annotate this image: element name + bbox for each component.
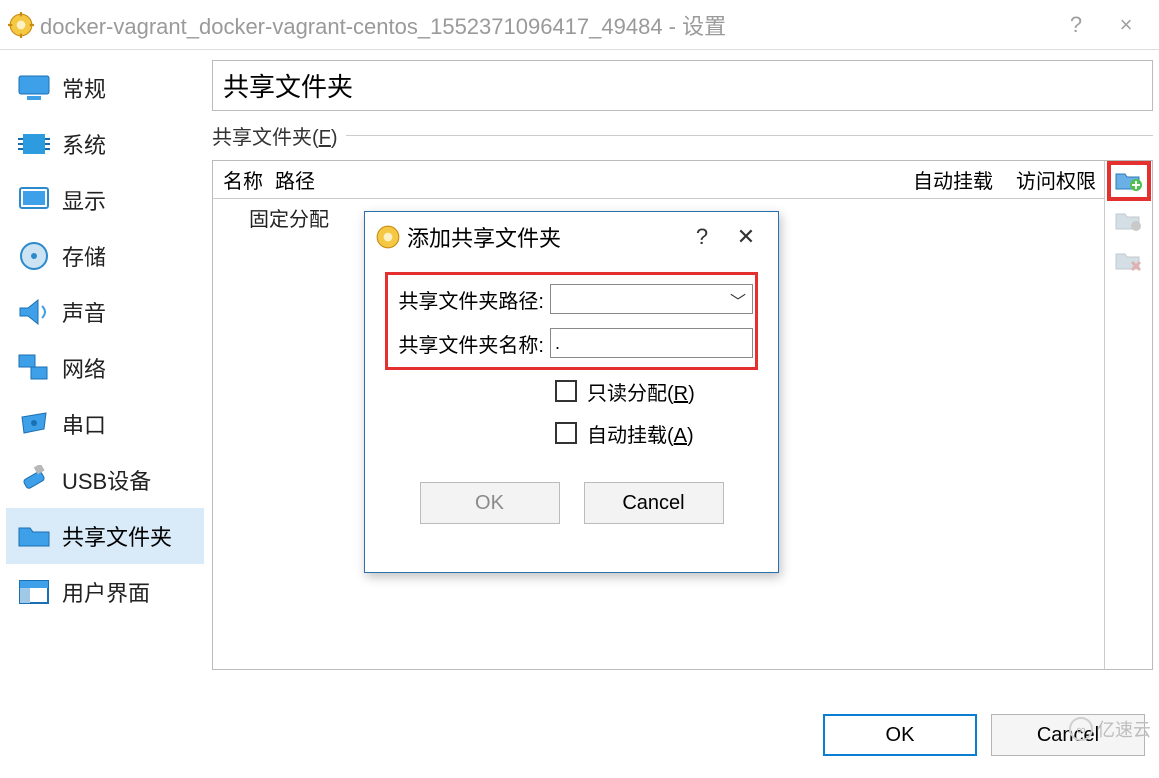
sidebar-item-label: 常规: [62, 72, 106, 104]
usb-icon: [14, 463, 54, 497]
folder-plus-icon: [1115, 169, 1143, 193]
folder-path-combo[interactable]: ﹀: [550, 284, 753, 314]
sidebar-item-label: 声音: [62, 296, 106, 328]
folder-icon: [14, 519, 54, 553]
table-header: 名称 路径 自动挂载 访问权限: [213, 161, 1104, 199]
col-path: 路径: [275, 165, 898, 194]
automount-checkbox[interactable]: [555, 422, 577, 444]
gear-icon: [8, 12, 34, 38]
watermark-text: 亿速云: [1097, 716, 1151, 742]
modal-body: 共享文件夹路径: ﹀ 共享文件夹名称: 只读分配(R) 自动挂: [365, 262, 778, 524]
serial-icon: [14, 407, 54, 441]
sidebar-item-serial[interactable]: 串口: [6, 396, 204, 452]
sidebar-item-label: 串口: [62, 408, 106, 440]
add-shared-folder-dialog: 添加共享文件夹 ? ✕ 共享文件夹路径: ﹀ 共享文件夹名称:: [364, 211, 779, 573]
automount-row[interactable]: 自动挂载(A): [385, 412, 758, 454]
disk-icon: [14, 239, 54, 273]
sidebar-item-display[interactable]: 显示: [6, 172, 204, 228]
modal-titlebar: 添加共享文件夹 ? ✕: [365, 212, 778, 262]
sidebar-item-label: 用户界面: [62, 576, 150, 608]
remove-folder-button: [1107, 241, 1151, 281]
sidebar-item-ui[interactable]: 用户界面: [6, 564, 204, 620]
sidebar-item-label: 存储: [62, 240, 106, 272]
sidebar-item-usb[interactable]: USB设备: [6, 452, 204, 508]
folder-name-row: 共享文件夹名称:: [390, 321, 753, 365]
sidebar-item-general[interactable]: 常规: [6, 60, 204, 116]
ui-icon: [14, 575, 54, 609]
sidebar-item-label: 系统: [62, 128, 106, 160]
window-title: docker-vagrant_docker-vagrant-centos_155…: [40, 9, 1051, 41]
sidebar-item-audio[interactable]: 声音: [6, 284, 204, 340]
modal-cancel-button[interactable]: Cancel: [584, 482, 724, 524]
automount-label: 自动挂载(A): [587, 419, 694, 448]
watermark-icon: ∞: [1069, 717, 1093, 741]
folder-path-row: 共享文件夹路径: ﹀: [390, 277, 753, 321]
col-automount: 自动挂载: [898, 165, 1008, 194]
display-icon: [14, 183, 54, 217]
speaker-icon: [14, 295, 54, 329]
sidebar-item-label: 共享文件夹: [62, 520, 172, 552]
sidebar-item-network[interactable]: 网络: [6, 340, 204, 396]
settings-sidebar: 常规 系统 显示 存储 声音 网络 串口 USB设备: [6, 60, 204, 700]
network-icon: [14, 351, 54, 385]
folder-name-label: 共享文件夹名称:: [390, 329, 550, 358]
col-permission: 访问权限: [1008, 165, 1104, 194]
panel-title: 共享文件夹: [212, 60, 1153, 111]
readonly-row[interactable]: 只读分配(R): [385, 370, 758, 412]
modal-title: 添加共享文件夹: [407, 221, 680, 253]
close-button[interactable]: ×: [1101, 12, 1151, 38]
help-button[interactable]: ?: [1051, 12, 1101, 38]
sidebar-item-label: 显示: [62, 184, 106, 216]
sidebar-item-shared-folders[interactable]: 共享文件夹: [6, 508, 204, 564]
modal-button-row: OK Cancel: [385, 482, 758, 524]
readonly-label: 只读分配(R): [587, 377, 695, 406]
chevron-down-icon: ﹀: [730, 288, 746, 312]
edit-folder-button: [1107, 201, 1151, 241]
ok-button[interactable]: OK: [823, 714, 977, 756]
add-folder-button[interactable]: [1107, 161, 1151, 201]
sidebar-item-storage[interactable]: 存储: [6, 228, 204, 284]
folder-edit-icon: [1115, 209, 1143, 233]
sidebar-item-label: 网络: [62, 352, 106, 384]
col-name: 名称: [213, 165, 275, 194]
folder-name-input[interactable]: [550, 328, 753, 358]
modal-help-button[interactable]: ?: [680, 224, 724, 250]
folder-toolbar: [1104, 161, 1152, 669]
monitor-icon: [14, 71, 54, 105]
sidebar-item-label: USB设备: [62, 464, 151, 496]
group-label: 共享文件夹(F): [212, 121, 1153, 150]
folder-remove-icon: [1115, 249, 1143, 273]
window-titlebar: docker-vagrant_docker-vagrant-centos_155…: [0, 0, 1159, 50]
modal-close-button[interactable]: ✕: [724, 224, 768, 250]
watermark: ∞ 亿速云: [1069, 716, 1151, 742]
readonly-checkbox[interactable]: [555, 380, 577, 402]
gear-icon: [375, 224, 401, 250]
chip-icon: [14, 127, 54, 161]
sidebar-item-system[interactable]: 系统: [6, 116, 204, 172]
dialog-button-bar: OK Cancel: [0, 700, 1159, 756]
modal-ok-button[interactable]: OK: [420, 482, 560, 524]
folder-path-label: 共享文件夹路径:: [390, 285, 550, 314]
